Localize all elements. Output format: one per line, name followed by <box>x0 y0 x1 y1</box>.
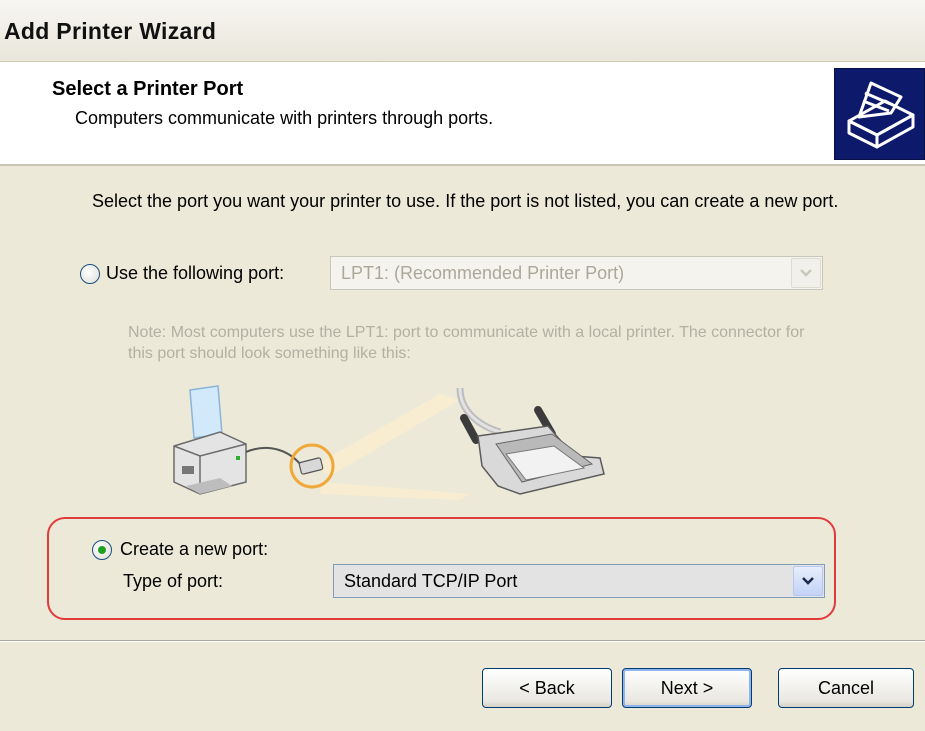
printer-icon <box>173 385 247 495</box>
chevron-down-icon[interactable] <box>791 258 821 288</box>
cancel-button[interactable]: Cancel <box>778 668 914 708</box>
add-printer-wizard-dialog: Add Printer Wizard Select a Printer Port… <box>0 0 925 731</box>
use-port-label: Use the following port: <box>106 263 285 283</box>
radio-selected-dot <box>98 546 106 554</box>
create-port-label: Create a new port: <box>120 539 269 559</box>
create-port-radio[interactable] <box>92 540 112 560</box>
port-type-label: Type of port: <box>123 571 224 591</box>
wizard-header: Select a Printer Port Computers communic… <box>0 62 925 166</box>
next-button[interactable]: Next > <box>622 668 752 708</box>
window-title: Add Printer Wizard <box>4 18 217 44</box>
existing-port-value: LPT1: (Recommended Printer Port) <box>341 263 625 283</box>
page-title: Select a Printer Port <box>52 78 244 100</box>
connector-illustration <box>160 382 630 512</box>
port-type-value: Standard TCP/IP Port <box>344 571 518 591</box>
printer-wizard-icon <box>834 68 925 160</box>
existing-port-select[interactable]: LPT1: (Recommended Printer Port) <box>330 256 823 290</box>
db25-connector-icon <box>456 387 605 495</box>
port-type-select[interactable]: Standard TCP/IP Port <box>333 564 825 598</box>
title-bar[interactable]: Add Printer Wizard <box>0 0 925 62</box>
page-subtitle: Computers communicate with printers thro… <box>75 108 494 128</box>
use-port-radio[interactable] <box>80 264 100 284</box>
chevron-down-icon[interactable] <box>793 566 823 596</box>
back-button[interactable]: < Back <box>482 668 612 708</box>
port-note: Note: Most computers use the LPT1: port … <box>128 324 805 362</box>
instruction-text: Select the port you want your printer to… <box>92 191 839 211</box>
footer-divider <box>0 640 925 642</box>
